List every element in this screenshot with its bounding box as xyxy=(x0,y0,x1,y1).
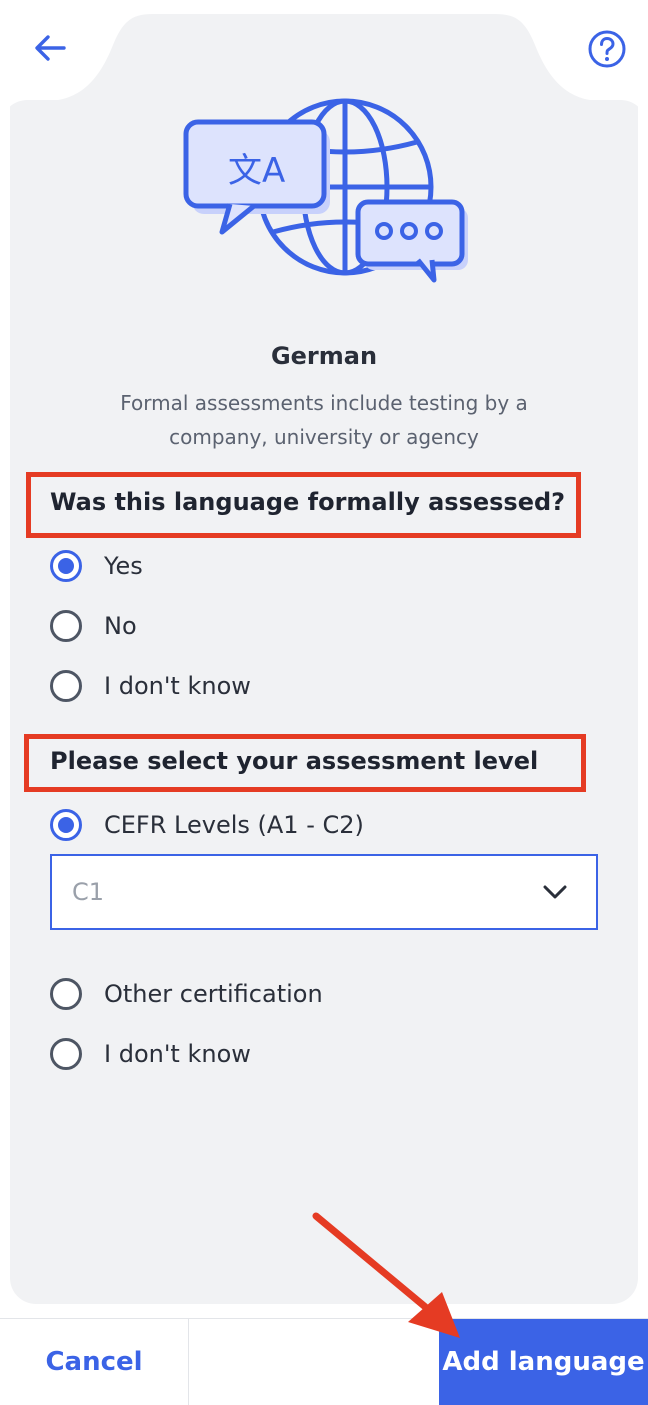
question1-heading: Was this language formally assessed? xyxy=(50,488,566,516)
language-title: German xyxy=(270,342,378,370)
radio-label: CEFR Levels (A1 - C2) xyxy=(104,811,364,839)
cefr-level-dropdown[interactable]: C1 xyxy=(50,854,598,930)
chevron-down-icon xyxy=(543,885,567,899)
cancel-button[interactable]: Cancel xyxy=(0,1319,189,1405)
radio-button-selected[interactable] xyxy=(50,550,82,582)
annotation-arrow xyxy=(312,1212,460,1338)
translate-glyph: 文A xyxy=(228,151,285,191)
radio-option-no[interactable]: No xyxy=(50,606,137,646)
radio-label: I don't know xyxy=(104,1040,251,1068)
radio-button[interactable] xyxy=(50,610,82,642)
radio-button[interactable] xyxy=(50,670,82,702)
arrow-left-icon xyxy=(35,35,66,61)
radio-option-dont-know-2[interactable]: I don't know xyxy=(50,1034,251,1074)
radio-label: Other certification xyxy=(104,980,323,1008)
radio-option-cefr[interactable]: CEFR Levels (A1 - C2) xyxy=(50,805,364,845)
radio-button[interactable] xyxy=(50,1038,82,1070)
help-button[interactable] xyxy=(586,28,628,70)
radio-option-yes[interactable]: Yes xyxy=(50,546,143,586)
globe-translate-illustration: 文A xyxy=(183,98,468,283)
language-subtitle: Formal assessments include testing by a … xyxy=(120,391,528,449)
question2-heading: Please select your assessment level xyxy=(50,747,539,775)
radio-label: Yes xyxy=(104,552,143,580)
radio-button-selected[interactable] xyxy=(50,809,82,841)
question-circle-icon xyxy=(588,30,626,68)
radio-option-other-certification[interactable]: Other certification xyxy=(50,974,323,1014)
back-button[interactable] xyxy=(30,28,70,68)
radio-button[interactable] xyxy=(50,978,82,1010)
radio-label: I don't know xyxy=(104,672,251,700)
dropdown-value: C1 xyxy=(72,878,105,906)
radio-option-dont-know-1[interactable]: I don't know xyxy=(50,666,251,706)
radio-label: No xyxy=(104,612,137,640)
